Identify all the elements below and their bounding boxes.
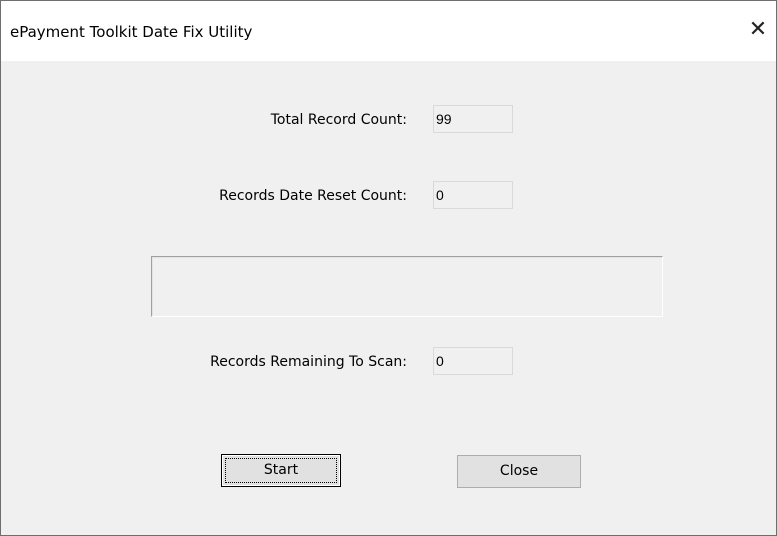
- start-button[interactable]: Start: [221, 454, 341, 487]
- records-remaining-to-scan-label: Records Remaining To Scan:: [210, 354, 407, 370]
- start-button-label: Start: [263, 462, 299, 478]
- records-remaining-to-scan-field[interactable]: 0: [433, 347, 513, 375]
- total-record-count-field[interactable]: 99: [433, 105, 513, 133]
- close-button[interactable]: Close: [457, 455, 581, 488]
- records-date-reset-count-label: Records Date Reset Count:: [219, 188, 407, 204]
- window-title: ePayment Toolkit Date Fix Utility: [10, 23, 253, 41]
- status-panel: [151, 256, 663, 317]
- title-bar: ePayment Toolkit Date Fix Utility ✕: [1, 1, 776, 61]
- dialog-window: ePayment Toolkit Date Fix Utility ✕ Tota…: [0, 0, 777, 536]
- close-button-label: Close: [499, 463, 539, 479]
- close-icon[interactable]: ✕: [740, 15, 776, 45]
- records-date-reset-count-field[interactable]: 0: [433, 181, 513, 209]
- total-record-count-label: Total Record Count:: [270, 112, 407, 128]
